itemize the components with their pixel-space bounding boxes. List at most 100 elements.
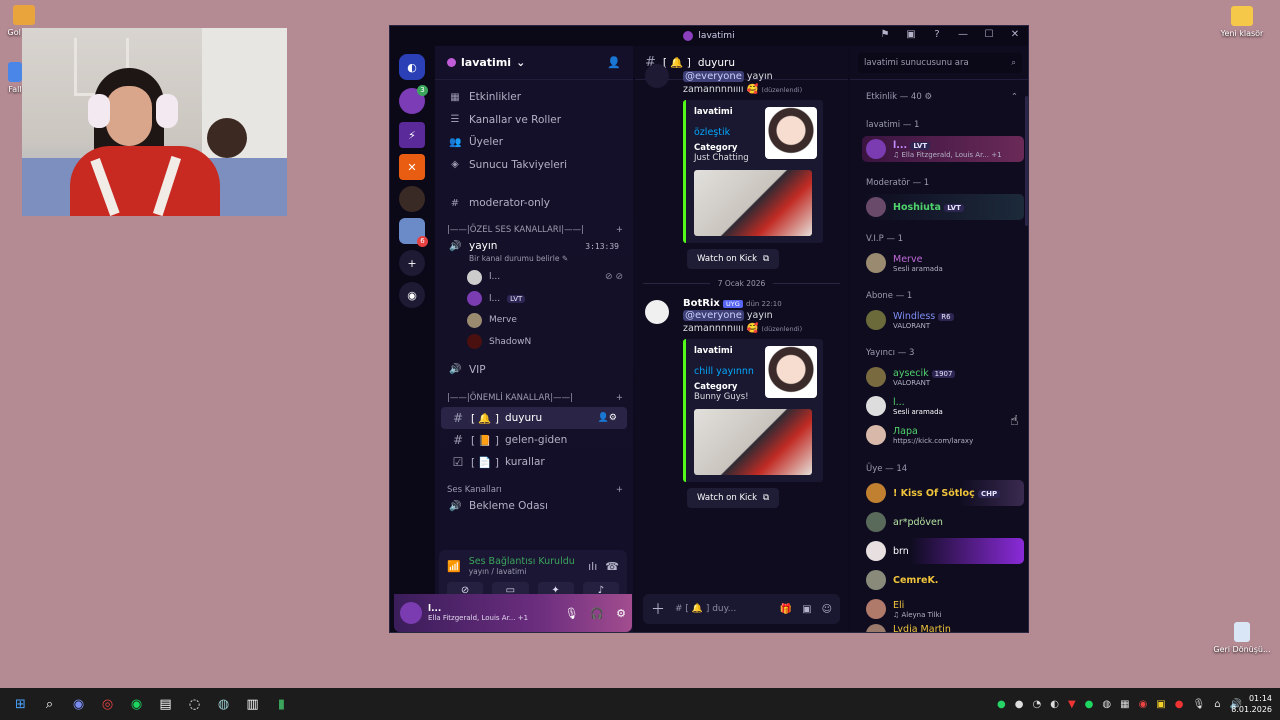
embed-image[interactable] [694,170,812,236]
member-row[interactable]: Merve Sesli aramada [862,250,1024,276]
member-row[interactable]: ar*pdöven [862,509,1024,535]
everyone-mention[interactable]: @everyone [683,71,744,82]
voice-user[interactable]: ShadowN [435,331,633,353]
user-settings-icon[interactable]: ⚙ [616,607,626,620]
everyone-mention[interactable]: @everyone [683,310,744,321]
signal-icon[interactable]: 📶 [447,560,461,573]
gif-icon[interactable]: ▣ [802,604,811,615]
watch-on-kick-button[interactable]: Watch on Kick ⧉ [687,249,780,269]
file-explorer-icon[interactable]: ▤ [151,688,180,720]
whatsapp-icon[interactable]: ● [997,699,1006,710]
member-list-scrollbar[interactable] [1025,96,1028,226]
desktop-recycle-bin[interactable]: Geri Dönüşü... [1212,622,1272,654]
start-icon[interactable]: ⊞ [6,688,35,720]
channel-status[interactable]: Bir kanal durumu belirle ✎ [435,254,633,267]
embed-image[interactable] [694,409,812,475]
embed-thumbnail[interactable] [765,107,817,159]
voice-user[interactable]: l... LVT [435,288,633,310]
tray-icon[interactable]: ● [1015,699,1024,710]
message-composer[interactable]: ＋ # [ 🔔 ] duy... 🎁 ▣ ☺ [643,594,840,624]
plus-icon[interactable]: + [616,393,623,403]
home-button[interactable]: ◐ [399,54,425,80]
voice-status-sub[interactable]: yayın / lavatimi [469,567,575,576]
channel-duyuru[interactable]: # [ 🔔 ] duyuru 👤⚙ [441,407,627,429]
microphone-tray-icon[interactable]: 🎙 [1192,699,1205,710]
inbox-icon[interactable]: ▣ [904,29,918,40]
help-icon[interactable]: ? [930,29,944,40]
channel-kurallar[interactable]: ☑ [ 📄 ] kurallar [441,451,627,473]
clock[interactable]: 01:14 8.01.2026 [1231,693,1272,715]
member-row[interactable]: Hoshiuta LVT [862,194,1024,220]
spotify-tray-icon[interactable]: ● [1085,699,1094,710]
member-row[interactable]: Lydia Martin [862,624,1024,632]
server-5[interactable]: 6 [399,218,428,247]
plus-icon[interactable]: + [616,485,623,495]
member-row[interactable]: Eli ♫ Aleyna Tilki [862,596,1024,622]
minimize-icon[interactable]: — [956,29,970,40]
epic-games-icon[interactable]: ▥ [238,688,267,720]
invite-people-icon[interactable]: 👤 [607,56,621,69]
tray-icon[interactable]: ◐ [1050,699,1059,710]
nav-members[interactable]: 👥 Üyeler [435,131,633,154]
member-row[interactable]: brn [862,538,1024,564]
nav-boosts[interactable]: ◈ Sunucu Takviyeleri [435,154,633,177]
noise-suppression-icon[interactable]: ılı [588,560,597,573]
tray-icon[interactable]: ● [1175,699,1184,710]
author-name[interactable]: BotRix [683,298,720,309]
add-server-icon[interactable]: + [399,250,425,276]
attach-plus-icon[interactable]: ＋ [651,599,665,619]
discord-icon[interactable]: ◉ [64,688,93,720]
sticker-icon[interactable]: ☺ [822,604,832,615]
search-icon[interactable]: ⌕ [35,688,64,720]
close-icon[interactable]: ✕ [1008,29,1022,40]
chrome-icon[interactable]: ◎ [93,688,122,720]
voice-channel-vip[interactable]: 🔊 VIP [435,359,633,382]
network-icon[interactable]: ⌂ [1214,699,1220,710]
botrix-avatar[interactable] [645,300,669,324]
member-row[interactable]: aysecik 1907 VALORANT [862,364,1024,390]
tray-icon[interactable]: ▣ [1156,699,1165,710]
watch-on-kick-button[interactable]: Watch on Kick ⧉ [687,488,780,508]
embed-title[interactable]: chill yayınnn [694,366,754,377]
explore-icon[interactable]: ◉ [399,282,425,308]
voice-channel-yayin[interactable]: 🔊 yayın 3:13:39 [435,239,633,254]
category-sound[interactable]: Ses Kanalları + [435,481,633,499]
steam-icon[interactable]: ◍ [209,688,238,720]
category-important[interactable]: |——|ÖNEMLİ KANALLAR|——| + [435,389,633,407]
headphones-icon[interactable]: 🎧 [590,607,604,620]
member-row[interactable]: CemreK. [862,567,1024,593]
member-row[interactable]: Windless R6 VALORANT [862,307,1024,333]
steam-tray-icon[interactable]: ◍ [1102,699,1111,710]
tray-icon[interactable]: ◔ [1032,699,1041,710]
microphone-icon[interactable]: 🎙 [564,607,578,620]
tray-icon[interactable]: ▼ [1068,699,1076,710]
voice-user[interactable]: l... ⊘ ⊘ [435,267,633,289]
nav-events[interactable]: ▦ Etkinlikler [435,86,633,109]
maximize-icon[interactable]: ☐ [982,29,996,40]
member-row[interactable]: Лара https://kick.com/laraxy [862,422,1024,448]
activity-header[interactable]: Etkinlik — 40 ⚙ ⌃ [866,92,1018,102]
disconnect-icon[interactable]: ☎ [605,560,619,573]
voice-channel-partial[interactable]: 🔊 Bekleme Odası [435,499,633,513]
desktop-folder[interactable]: Yeni klasör [1212,6,1272,38]
server-4[interactable] [399,186,425,212]
channel-gelen-giden[interactable]: # [ 📙 ] gelen-giden [441,429,627,451]
tray-icon[interactable]: ◉ [1139,699,1148,710]
server-lavatimi[interactable]: 3 [399,85,428,114]
plus-icon[interactable]: + [616,225,623,235]
inbox-flag-icon[interactable]: ⚑ [878,29,892,40]
app-icon[interactable]: ▮ [267,688,296,720]
tray-icon[interactable]: ▦ [1120,699,1129,710]
obs-icon[interactable]: ◌ [180,688,209,720]
member-row[interactable]: l... Sesli aramada [862,393,1024,419]
nav-channels-roles[interactable]: ☰ Kanallar ve Roller [435,109,633,132]
server-search-input[interactable]: lavatimi sunucusunu ara ⌕ [858,52,1022,73]
channel-moderator-only[interactable]: # moderator-only [435,192,633,215]
spotify-icon[interactable]: ◉ [122,688,151,720]
voice-user[interactable]: Merve [435,310,633,332]
user-avatar[interactable] [400,602,422,624]
member-row[interactable]: ! Kiss Of Sötloç CHP [862,480,1024,506]
embed-thumbnail[interactable] [765,346,817,398]
server-header[interactable]: lavatimi ⌄ 👤 [435,46,633,80]
gift-icon[interactable]: 🎁 [780,604,792,615]
